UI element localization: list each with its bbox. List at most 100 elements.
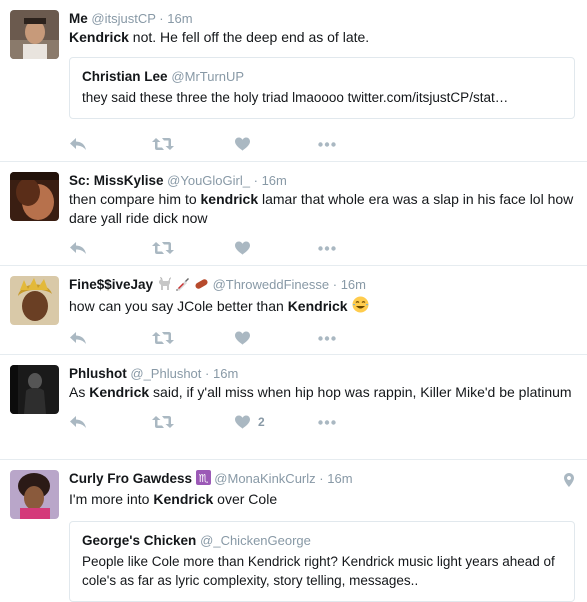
tweet-text: As Kendrick said, if y'all miss when hip… <box>69 383 575 402</box>
heart-icon <box>235 415 250 429</box>
more-button[interactable] <box>318 245 401 251</box>
more-button[interactable] <box>318 419 401 425</box>
tweet[interactable]: Sc: MissKylise @YouGloGirl_ · 16m then c… <box>0 162 587 266</box>
heart-icon <box>235 241 250 255</box>
author-handle[interactable]: @_Phlushot <box>130 366 201 381</box>
separator: · <box>159 11 164 26</box>
reply-button[interactable] <box>69 137 152 151</box>
separator: · <box>205 366 210 381</box>
retweet-button[interactable] <box>152 331 235 345</box>
quoted-tweet[interactable]: George's Chicken @_ChickenGeorge People … <box>69 521 575 602</box>
like-button[interactable] <box>235 137 318 151</box>
keyword-highlight: Kendrick <box>287 298 348 314</box>
name-emoji-pill-icon <box>194 277 209 295</box>
more-button[interactable] <box>318 141 401 147</box>
timestamp[interactable]: 16m <box>341 277 366 292</box>
author-name[interactable]: Phlushot <box>69 366 127 381</box>
more-icon <box>318 419 336 425</box>
keyword-highlight: kendrick <box>200 191 259 207</box>
text-pre: how can you say JCole better than <box>69 298 288 314</box>
text-pre: As <box>69 384 90 400</box>
avatar[interactable] <box>10 276 59 325</box>
quote-text: People like Cole more than Kendrick righ… <box>82 554 555 588</box>
tweet-header: Phlushot @_Phlushot · 16m <box>69 365 575 382</box>
reply-button[interactable] <box>69 331 152 345</box>
name-emoji-goat-icon <box>157 277 172 295</box>
retweet-button[interactable] <box>152 241 235 255</box>
author-handle[interactable]: @MonaKinkCurlz <box>214 471 315 486</box>
heart-icon <box>235 331 250 345</box>
keyword-highlight: Kendrick <box>89 384 150 400</box>
tweet-header: Sc: MissKylise @YouGloGirl_ · 16m <box>69 172 575 189</box>
text-post: over Cole <box>213 491 278 507</box>
heart-icon <box>235 137 250 151</box>
tweet[interactable]: Curly Fro Gawdess ♏ @MonaKinkCurlz · 16m… <box>0 460 587 602</box>
tweet-text: how can you say JCole better than Kendri… <box>69 296 575 318</box>
keyword-highlight: Kendrick <box>69 29 129 45</box>
separator: · <box>253 173 258 188</box>
location-pin-icon[interactable] <box>564 473 574 490</box>
retweet-icon <box>152 242 174 254</box>
quoted-tweet[interactable]: Christian Lee @MrTurnUP they said these … <box>69 57 575 119</box>
reply-button[interactable] <box>69 415 152 429</box>
svg-text:♏: ♏ <box>198 472 208 485</box>
timeline: Me @itsjustCP · 16m Kendrick not. He fel… <box>0 0 587 602</box>
retweet-icon <box>152 332 174 344</box>
retweet-button[interactable] <box>152 415 235 429</box>
text-pre: then compare him to <box>69 191 201 207</box>
tweet[interactable]: Me @itsjustCP · 16m Kendrick not. He fel… <box>0 0 587 162</box>
quote-author-handle: @MrTurnUP <box>171 69 245 84</box>
more-icon <box>318 245 336 251</box>
tweet-text: then compare him to kendrick lamar that … <box>69 190 575 228</box>
avatar[interactable] <box>10 365 59 414</box>
author-name[interactable]: Me <box>69 11 88 26</box>
tweet[interactable]: Fine$$iveJay @ThroweddFinesse · 16m how … <box>0 266 587 355</box>
tweet[interactable]: Phlushot @_Phlushot · 16m As Kendrick sa… <box>0 355 587 460</box>
separator: · <box>332 277 338 292</box>
quote-author-name: Christian Lee <box>82 69 168 84</box>
tweet-text: I'm more into Kendrick over Cole <box>69 490 575 509</box>
more-icon <box>318 141 336 147</box>
author-handle[interactable]: @YouGloGirl_ <box>167 173 250 188</box>
author-handle[interactable]: @ThroweddFinesse <box>213 277 330 292</box>
avatar[interactable] <box>10 10 59 59</box>
like-button[interactable] <box>235 241 318 255</box>
separator: · <box>319 471 324 486</box>
retweet-icon <box>152 138 174 150</box>
author-handle[interactable]: @itsjustCP <box>91 11 155 26</box>
name-emoji-syringe-icon <box>175 277 190 295</box>
tweet-actions <box>69 128 575 160</box>
more-button[interactable] <box>318 335 401 341</box>
quote-author-handle: @_ChickenGeorge <box>200 533 311 548</box>
timestamp[interactable]: 16m <box>262 173 287 188</box>
avatar[interactable] <box>10 172 59 221</box>
like-count: 2 <box>258 415 265 429</box>
text-post: not. He fell off the deep end as of late… <box>128 29 370 45</box>
quote-text: they said these three the holy triad lma… <box>82 90 509 105</box>
timestamp[interactable]: 16m <box>213 366 238 381</box>
text-post: said, if y'all miss when hip hop was rap… <box>149 384 572 400</box>
quote-author-name: George's Chicken <box>82 533 197 548</box>
avatar[interactable] <box>10 470 59 519</box>
reply-icon <box>70 138 86 150</box>
author-name[interactable]: Curly Fro Gawdess <box>69 471 192 486</box>
retweet-icon <box>152 416 174 428</box>
timestamp[interactable]: 16m <box>327 471 352 486</box>
like-button[interactable]: 2 <box>235 415 318 429</box>
reply-button[interactable] <box>69 241 152 255</box>
tweet-header: Curly Fro Gawdess ♏ @MonaKinkCurlz · 16m <box>69 470 575 489</box>
like-button[interactable] <box>235 331 318 345</box>
tweet-header: Me @itsjustCP · 16m <box>69 10 575 27</box>
crying-laughing-emoji-icon <box>352 296 369 318</box>
tweet-actions <box>69 322 575 354</box>
timestamp[interactable]: 16m <box>167 11 192 26</box>
author-name[interactable]: Fine$$iveJay <box>69 277 153 292</box>
tweet-header: Fine$$iveJay @ThroweddFinesse · 16m <box>69 276 575 295</box>
tweet-actions <box>69 232 575 264</box>
keyword-highlight: Kendrick <box>153 491 214 507</box>
author-name[interactable]: Sc: MissKylise <box>69 173 164 188</box>
tweet-text: Kendrick not. He fell off the deep end a… <box>69 28 575 47</box>
reply-icon <box>70 242 86 254</box>
reply-icon <box>70 416 86 428</box>
retweet-button[interactable] <box>152 137 235 151</box>
